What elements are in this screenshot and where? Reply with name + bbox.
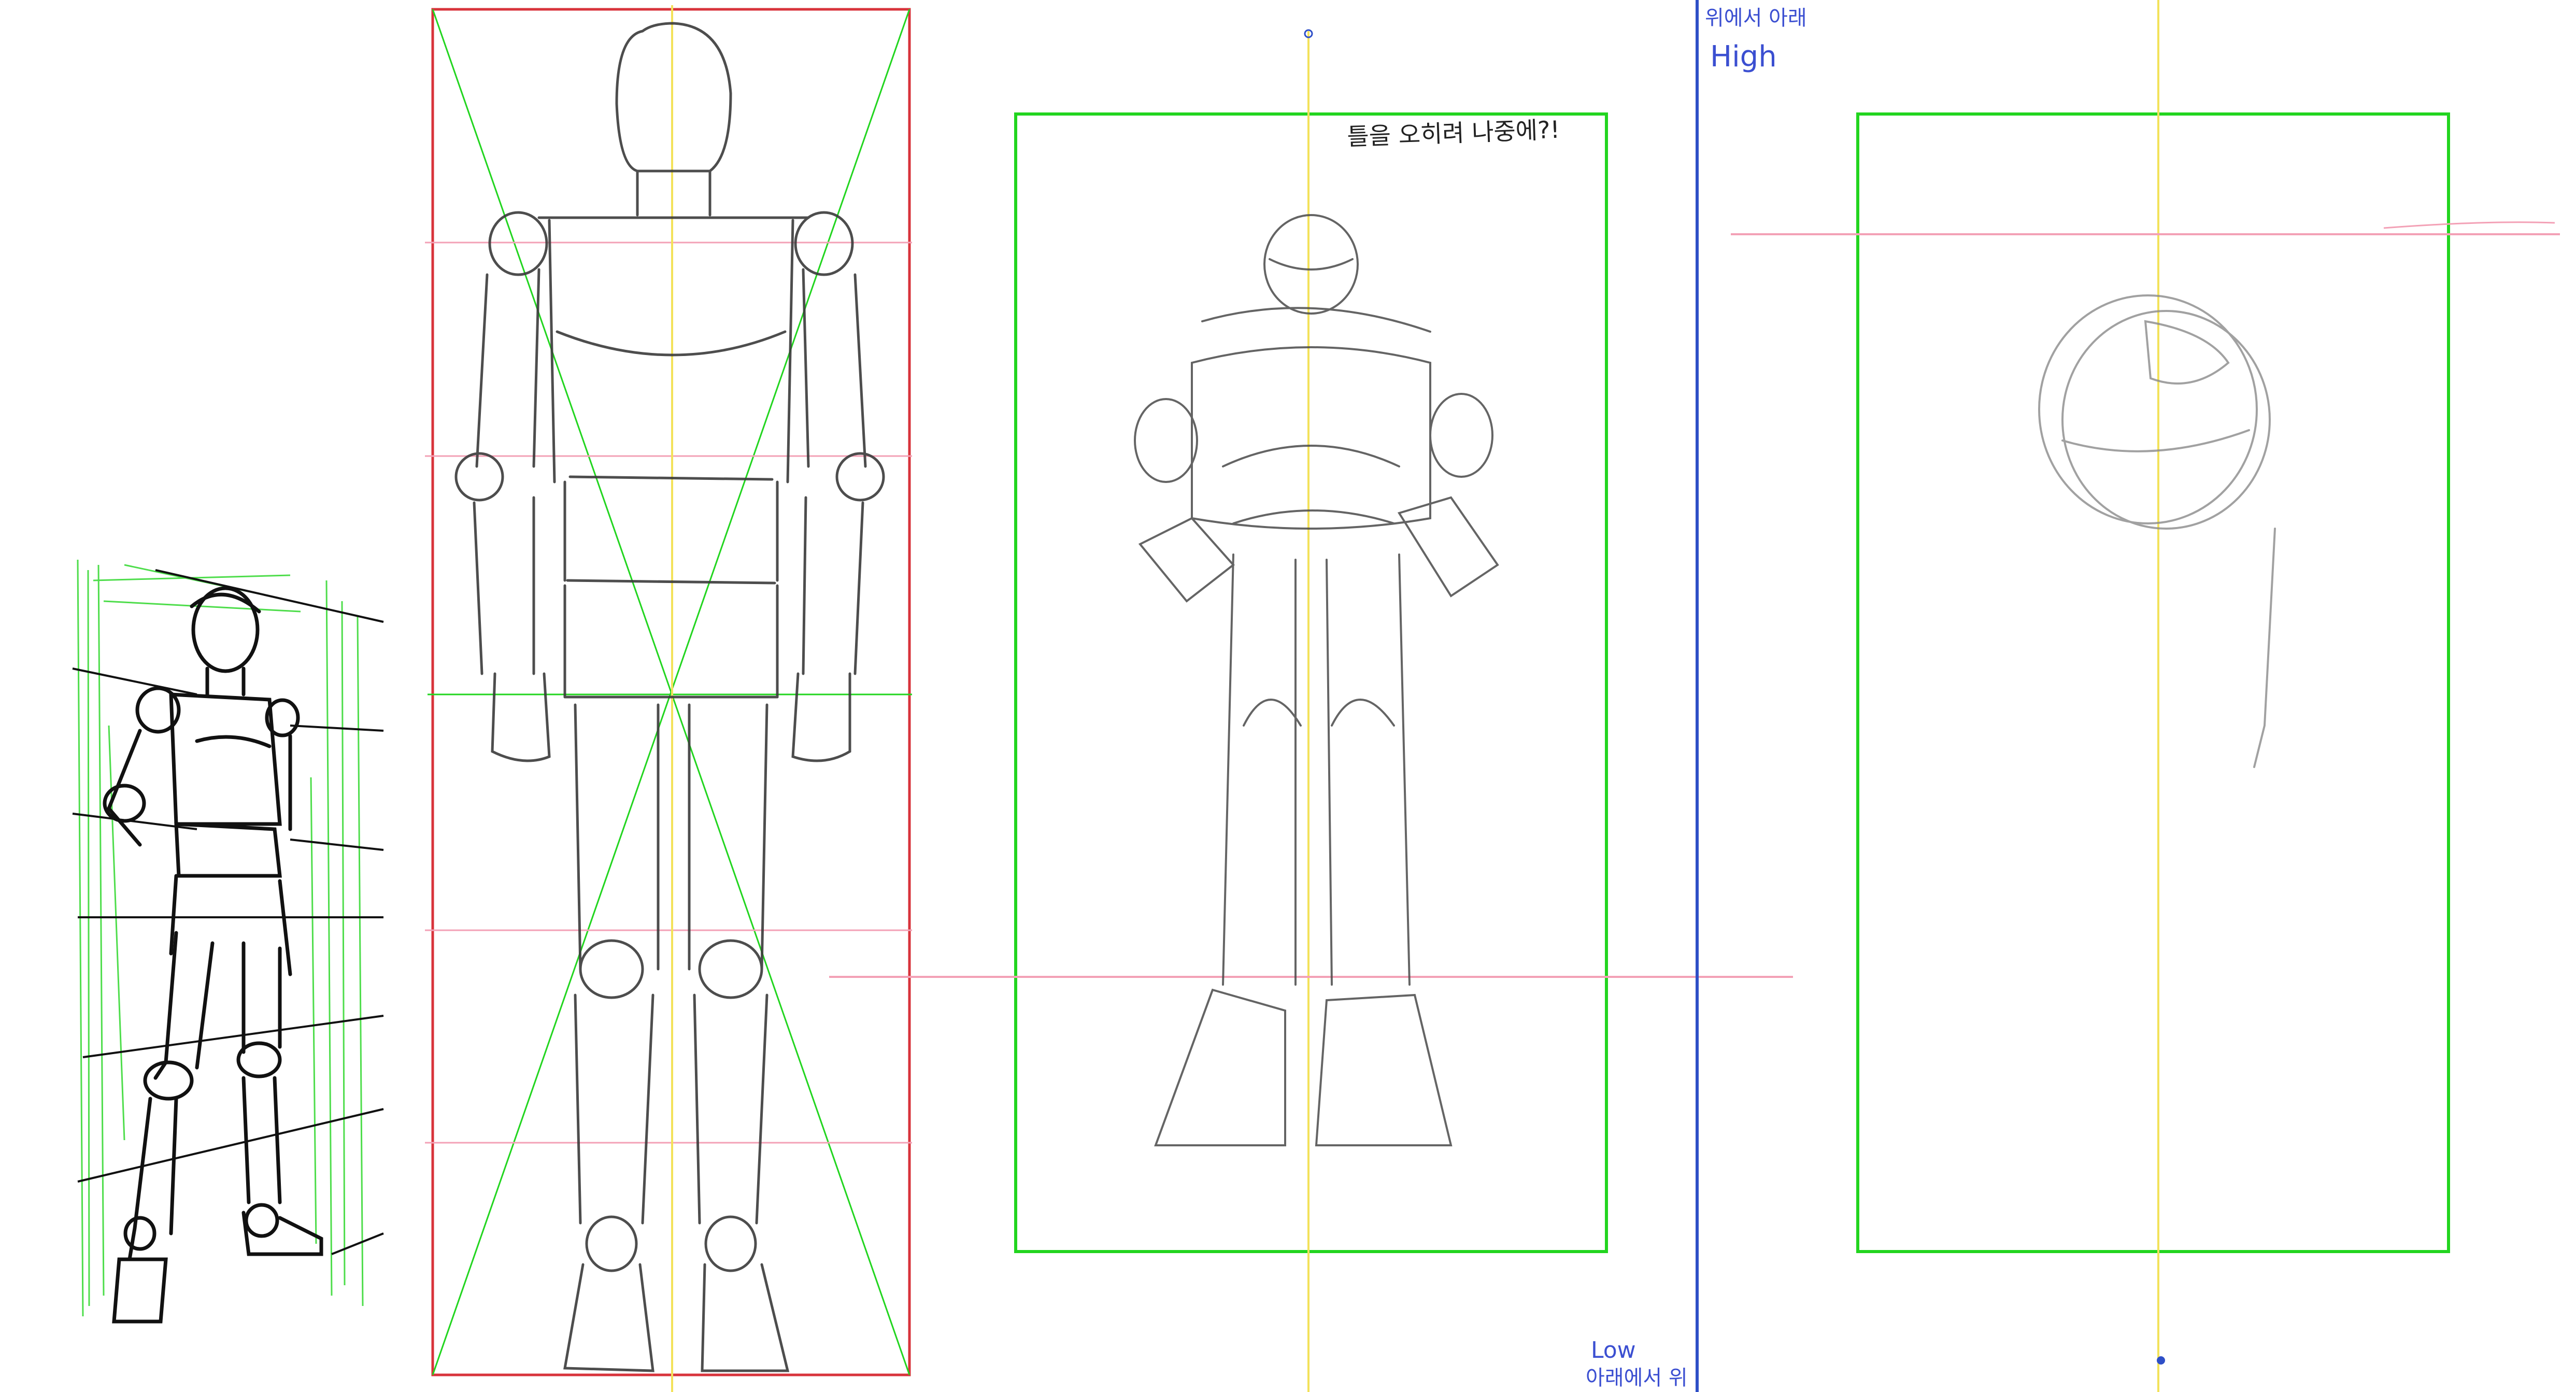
perspective-frame-high-angle: [1731, 0, 2560, 1392]
drawing-canvas: 틀을 오히려 나중에?! 위에서 아래 High Low 아래에서 위: [72, 0, 2560, 1392]
bottom-to-top-label: 아래에서 위: [1586, 1366, 1688, 1390]
top-to-bottom-label: 위에서 아래: [1705, 6, 1807, 30]
frame-note-text: 틀을 오히려 나중에?!: [1346, 116, 1560, 151]
high-label: High: [1710, 40, 1777, 74]
low-label: Low: [1591, 1337, 1636, 1363]
low-angle-figure-sketch: [1134, 214, 1499, 1146]
thumbnail-figure-sketch: [72, 559, 384, 1324]
perspective-frame-low-angle: [829, 29, 1793, 1392]
high-angle-head-sketch: [2038, 294, 2276, 768]
proportion-frame-front: [425, 5, 912, 1392]
full-front-figure-sketch: [454, 22, 885, 1372]
